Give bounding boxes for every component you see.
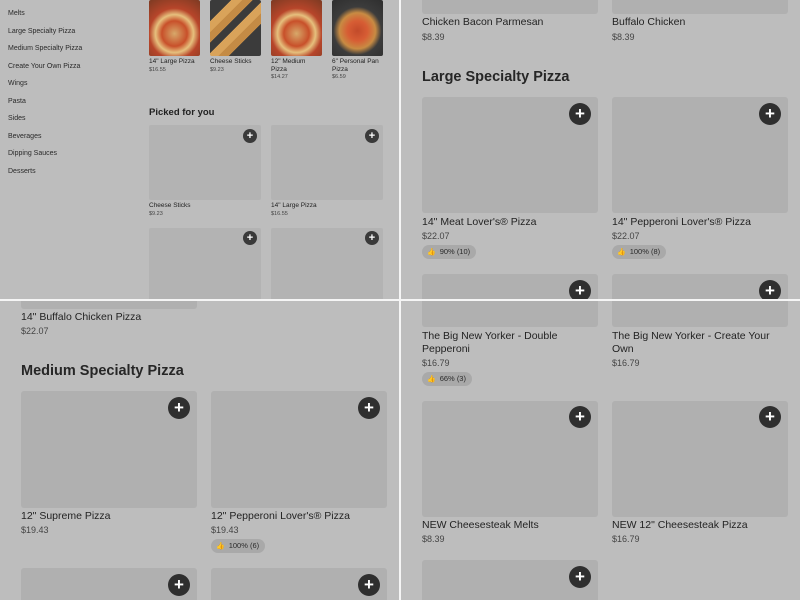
- rating-badge: 👍 90% (10): [422, 245, 477, 259]
- rating-text: 90% (10): [439, 247, 471, 256]
- product-name: The Big New Yorker - Double Pepperoni: [422, 330, 558, 355]
- nav-item-wings[interactable]: Wings: [8, 80, 128, 98]
- thumbs-up-icon: 👍: [216, 543, 225, 550]
- add-item-button[interactable]: +: [358, 574, 380, 596]
- product-name: 12" Pepperoni Lover's® Pizza: [211, 510, 350, 522]
- add-item-button[interactable]: +: [168, 397, 190, 419]
- product-name: 14" Pepperoni Lover's® Pizza: [612, 216, 751, 228]
- add-item-button[interactable]: +: [243, 129, 257, 143]
- add-item-button[interactable]: +: [168, 574, 190, 596]
- product-price: $16.79: [422, 358, 450, 368]
- nav-item-beverages[interactable]: Beverages: [8, 133, 128, 151]
- product-price: $14.27: [271, 74, 288, 80]
- thumbs-up-icon: 👍: [427, 376, 436, 383]
- product-price: $22.07: [422, 231, 450, 241]
- product-name: 14" Large Pizza: [271, 202, 317, 209]
- add-item-button[interactable]: +: [358, 397, 380, 419]
- nav-item-create-your-own-pizza[interactable]: Create Your Own Pizza: [8, 63, 128, 81]
- product-name: Buffalo Chicken: [612, 16, 686, 28]
- product-name: NEW Cheesesteak Melts: [422, 519, 539, 531]
- product-name: Cheese Sticks: [149, 202, 191, 209]
- add-item-button[interactable]: +: [365, 231, 379, 245]
- add-item-button[interactable]: +: [365, 129, 379, 143]
- product-image-placeholder[interactable]: [612, 0, 788, 14]
- product-image-placeholder[interactable]: [21, 301, 197, 309]
- product-price: $9.23: [210, 67, 224, 73]
- horizontal-divider: [0, 299, 800, 301]
- product-image-personal-pan-pizza[interactable]: [332, 0, 383, 56]
- add-item-button[interactable]: +: [569, 566, 591, 588]
- product-name: 14" Large Pizza: [149, 58, 195, 65]
- rating-text: 100% (6): [228, 541, 260, 550]
- product-price: $16.55: [271, 211, 288, 217]
- product-price: $8.39: [612, 32, 635, 42]
- product-name: 6" Personal Pan Pizza: [332, 58, 379, 73]
- product-image-placeholder[interactable]: [612, 301, 788, 327]
- add-item-button[interactable]: +: [243, 231, 257, 245]
- product-image-large-pizza[interactable]: [149, 0, 200, 56]
- product-price: $16.79: [612, 534, 640, 544]
- product-price: $8.39: [422, 534, 445, 544]
- product-price: $19.43: [211, 525, 239, 535]
- pane-specialty-continued: The Big New Yorker - Double Pepperoni $1…: [401, 301, 800, 600]
- nav-item-large-specialty-pizza[interactable]: Large Specialty Pizza: [8, 28, 128, 46]
- product-name: 12" Supreme Pizza: [21, 510, 111, 522]
- rating-text: 100% (8): [629, 247, 661, 256]
- product-name: 14" Meat Lover's® Pizza: [422, 216, 537, 228]
- add-item-button[interactable]: +: [569, 406, 591, 428]
- product-image-placeholder[interactable]: [422, 301, 598, 327]
- product-name: NEW 12" Cheesesteak Pizza: [612, 519, 748, 531]
- product-price: $16.79: [612, 358, 640, 368]
- nav-item-pasta[interactable]: Pasta: [8, 98, 128, 116]
- product-name: 14" Buffalo Chicken Pizza: [21, 311, 142, 323]
- thumbs-up-icon: 👍: [427, 249, 436, 256]
- product-name: 12" Medium Pizza: [271, 58, 306, 73]
- product-name: Cheese Sticks: [210, 58, 252, 65]
- rating-badge: 👍 100% (6): [211, 539, 266, 553]
- nav-item-melts[interactable]: Melts: [8, 10, 128, 28]
- rating-badge: 👍 66% (3): [422, 372, 472, 386]
- rating-badge: 👍 100% (8): [612, 245, 667, 259]
- pane-menu-overview: Melts Large Specialty Pizza Medium Speci…: [0, 0, 399, 299]
- product-price: $6.59: [332, 74, 346, 80]
- product-price: $8.39: [422, 32, 445, 42]
- nav-item-sides[interactable]: Sides: [8, 115, 128, 133]
- thumbs-up-icon: 👍: [617, 249, 626, 256]
- add-item-button[interactable]: +: [759, 280, 781, 299]
- product-price: $22.07: [612, 231, 640, 241]
- section-title-medium-specialty-pizza: Medium Specialty Pizza: [21, 363, 184, 379]
- rating-text: 66% (3): [439, 374, 466, 383]
- add-item-button[interactable]: +: [759, 406, 781, 428]
- section-title-large-specialty-pizza: Large Specialty Pizza: [422, 69, 570, 85]
- product-image-cheese-sticks[interactable]: [210, 0, 261, 56]
- section-title-picked-for-you: Picked for you: [149, 107, 215, 118]
- category-nav: Melts Large Specialty Pizza Medium Speci…: [8, 10, 128, 185]
- product-price: $22.07: [21, 326, 49, 336]
- add-item-button[interactable]: +: [569, 280, 591, 299]
- pane-large-specialty-pizza: Chicken Bacon Parmesan $8.39 Buffalo Chi…: [401, 0, 800, 299]
- product-image-medium-pizza[interactable]: [271, 0, 322, 56]
- product-name: Chicken Bacon Parmesan: [422, 16, 544, 28]
- nav-item-dipping-sauces[interactable]: Dipping Sauces: [8, 150, 128, 168]
- product-price: $16.55: [149, 67, 166, 73]
- pane-medium-specialty-pizza: 14" Buffalo Chicken Pizza $22.07 Medium …: [0, 301, 399, 600]
- product-price: $9.23: [149, 211, 163, 217]
- add-item-button[interactable]: +: [759, 103, 781, 125]
- product-name: The Big New Yorker - Create Your Own: [612, 330, 770, 355]
- add-item-button[interactable]: +: [569, 103, 591, 125]
- nav-item-desserts[interactable]: Desserts: [8, 168, 128, 186]
- nav-item-medium-specialty-pizza[interactable]: Medium Specialty Pizza: [8, 45, 128, 63]
- product-image-placeholder[interactable]: [422, 0, 598, 14]
- product-price: $19.43: [21, 525, 49, 535]
